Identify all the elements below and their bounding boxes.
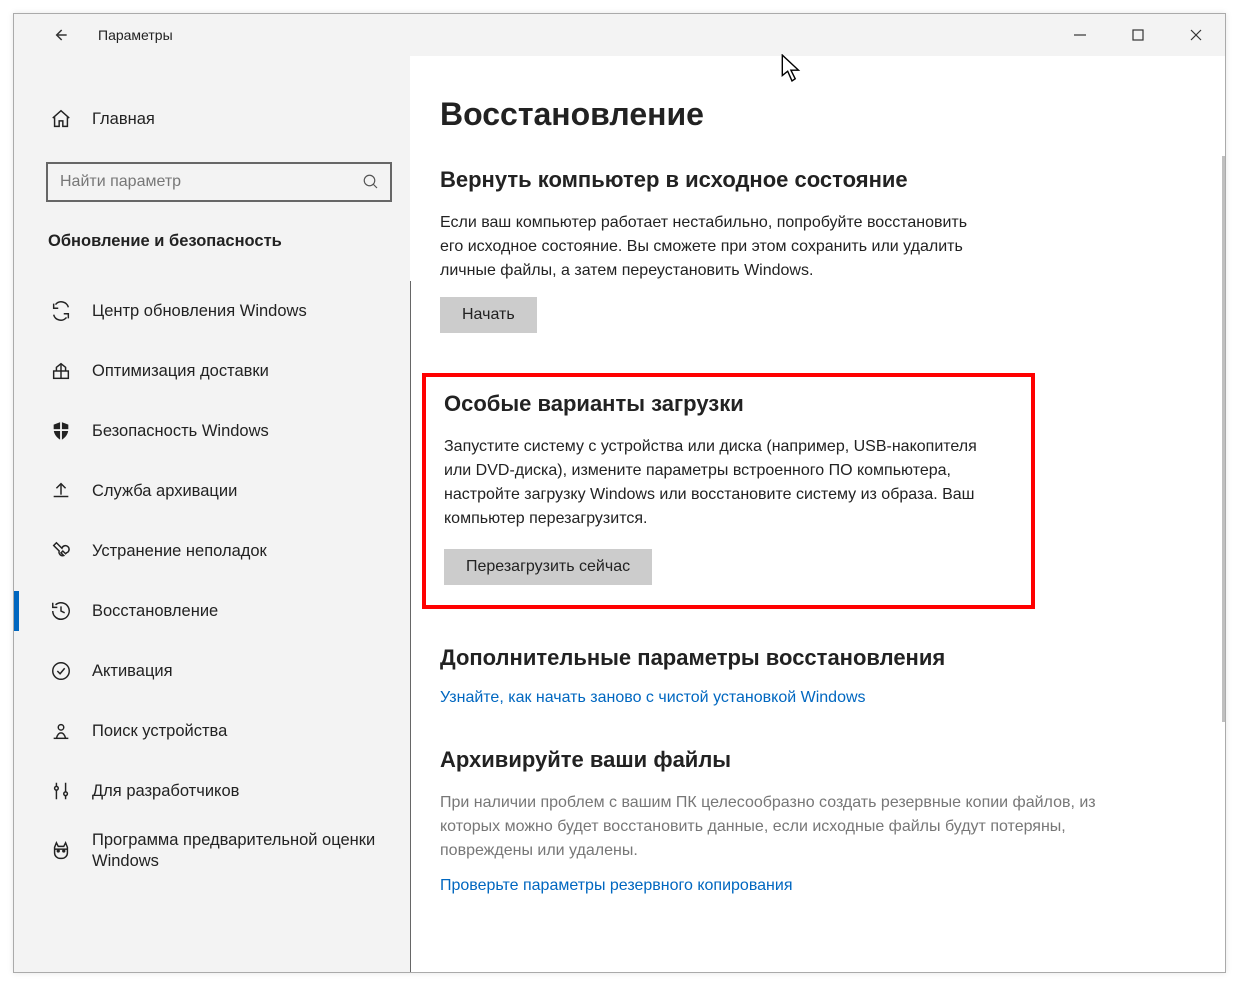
nav-label: Для разработчиков bbox=[92, 781, 239, 802]
section-heading: Вернуть компьютер в исходное состояние bbox=[440, 167, 1195, 193]
sidebar-section-title: Обновление и безопасность bbox=[14, 232, 410, 251]
delivery-icon bbox=[50, 360, 72, 382]
nav-label: Программа предварительной оценки Windows bbox=[92, 830, 396, 871]
section-description: Запустите систему с устройства или диска… bbox=[444, 435, 1004, 531]
titlebar-left: Параметры bbox=[50, 25, 173, 45]
backup-settings-link[interactable]: Проверьте параметры резервного копирован… bbox=[440, 877, 792, 894]
reset-start-button[interactable]: Начать bbox=[440, 297, 537, 333]
nav-label: Служба архивации bbox=[92, 481, 237, 502]
window-title: Параметры bbox=[98, 27, 173, 43]
sidebar-home[interactable]: Главная bbox=[14, 98, 410, 140]
home-icon bbox=[50, 108, 72, 130]
nav-item-troubleshoot[interactable]: Устранение неполадок bbox=[14, 521, 410, 581]
shield-icon bbox=[50, 420, 72, 442]
section-advanced-startup: Особые варианты загрузки Запустите систе… bbox=[422, 373, 1035, 609]
content-row: Главная Обновление и безопасность Центр … bbox=[14, 56, 1225, 972]
tools-icon bbox=[50, 780, 72, 802]
section-more-recovery: Дополнительные параметры восстановления … bbox=[440, 645, 1195, 707]
nav-label: Безопасность Windows bbox=[92, 421, 269, 442]
fresh-start-link[interactable]: Узнайте, как начать заново с чистой уста… bbox=[440, 689, 866, 706]
nav-item-developers[interactable]: Для разработчиков bbox=[14, 761, 410, 821]
titlebar: Параметры bbox=[14, 14, 1225, 56]
section-heading: Архивируйте ваши файлы bbox=[440, 747, 1195, 773]
main-content: Восстановление Вернуть компьютер в исход… bbox=[410, 56, 1225, 972]
search-input[interactable] bbox=[60, 173, 362, 191]
section-description: При наличии проблем с вашим ПК целесообр… bbox=[440, 791, 1160, 863]
nav-item-windows-security[interactable]: Безопасность Windows bbox=[14, 401, 410, 461]
wrench-icon bbox=[50, 540, 72, 562]
section-heading: Дополнительные параметры восстановления bbox=[440, 645, 1195, 671]
upload-icon bbox=[50, 480, 72, 502]
nav-item-windows-update[interactable]: Центр обновления Windows bbox=[14, 281, 410, 341]
sidebar-search[interactable] bbox=[46, 162, 392, 202]
search-icon bbox=[362, 173, 380, 191]
nav-item-backup[interactable]: Служба архивации bbox=[14, 461, 410, 521]
section-backup-files: Архивируйте ваши файлы При наличии пробл… bbox=[440, 747, 1195, 895]
sync-icon bbox=[50, 300, 72, 322]
window-controls bbox=[1051, 14, 1225, 56]
section-reset-pc: Вернуть компьютер в исходное состояние Е… bbox=[440, 167, 1195, 333]
nav-label: Активация bbox=[92, 661, 173, 682]
ninja-cat-icon bbox=[50, 840, 72, 862]
restart-now-button[interactable]: Перезагрузить сейчас bbox=[444, 549, 652, 585]
scrollbar[interactable] bbox=[1215, 156, 1225, 942]
nav-label: Центр обновления Windows bbox=[92, 301, 307, 322]
section-heading: Особые варианты загрузки bbox=[444, 391, 1013, 417]
settings-window: Параметры Главная bbox=[13, 13, 1226, 973]
back-icon[interactable] bbox=[50, 25, 70, 45]
history-icon bbox=[50, 600, 72, 622]
location-icon bbox=[50, 720, 72, 742]
check-circle-icon bbox=[50, 660, 72, 682]
nav-item-recovery[interactable]: Восстановление bbox=[14, 581, 410, 641]
sidebar-home-label: Главная bbox=[92, 110, 155, 129]
sidebar-nav: Центр обновления Windows Оптимизация дос… bbox=[14, 281, 410, 881]
nav-label: Восстановление bbox=[92, 601, 218, 622]
nav-item-activation[interactable]: Активация bbox=[14, 641, 410, 701]
nav-label: Оптимизация доставки bbox=[92, 361, 269, 382]
section-description: Если ваш компьютер работает нестабильно,… bbox=[440, 211, 970, 283]
nav-item-insider[interactable]: Программа предварительной оценки Windows bbox=[14, 821, 410, 881]
page-title: Восстановление bbox=[440, 96, 1195, 133]
maximize-button[interactable] bbox=[1109, 14, 1167, 56]
close-button[interactable] bbox=[1167, 14, 1225, 56]
nav-label: Поиск устройства bbox=[92, 721, 227, 742]
nav-scroll-region: Центр обновления Windows Оптимизация дос… bbox=[14, 281, 411, 972]
nav-item-delivery-optimization[interactable]: Оптимизация доставки bbox=[14, 341, 410, 401]
nav-item-find-device[interactable]: Поиск устройства bbox=[14, 701, 410, 761]
scrollbar-thumb[interactable] bbox=[1222, 156, 1225, 722]
nav-label: Устранение неполадок bbox=[92, 541, 267, 562]
minimize-button[interactable] bbox=[1051, 14, 1109, 56]
sidebar: Главная Обновление и безопасность Центр … bbox=[14, 56, 410, 972]
